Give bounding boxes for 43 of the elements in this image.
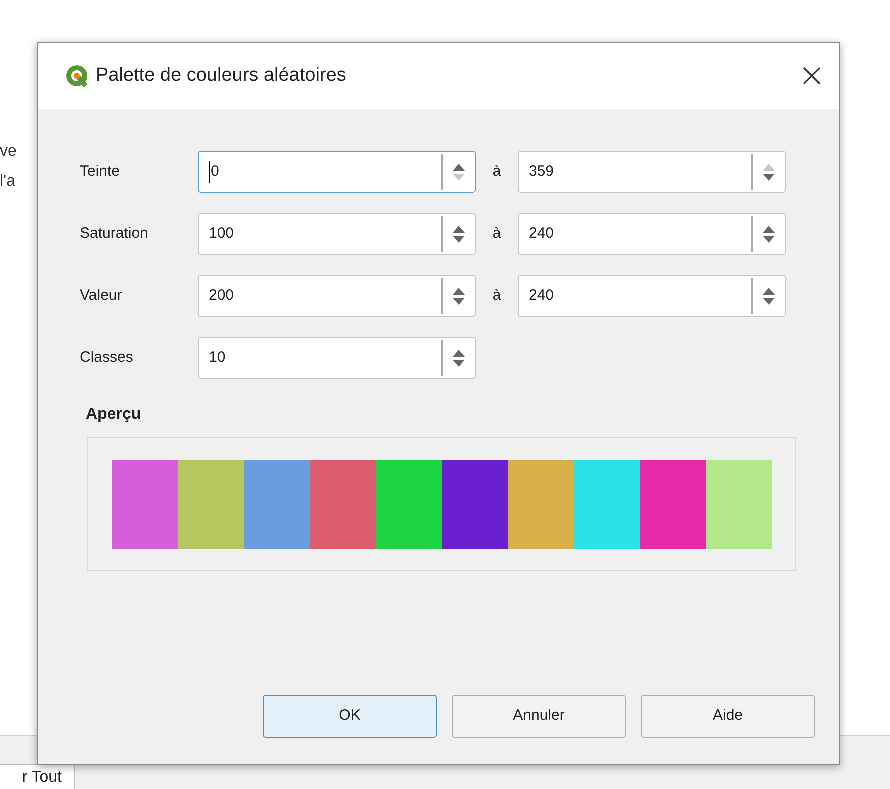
section-heading: Aperçu [86, 405, 142, 425]
down-arrow-icon[interactable] [763, 174, 775, 180]
up-arrow-icon[interactable] [453, 350, 465, 356]
close-icon[interactable] [803, 67, 821, 85]
spin-value: 200 [208, 286, 236, 306]
up-arrow-icon[interactable] [763, 226, 775, 232]
range-separator: à [492, 286, 502, 306]
window-title: Palette de couleurs aléatoires [96, 64, 346, 88]
spin-box[interactable]: 240 [518, 213, 786, 255]
field-label: Saturation [80, 224, 150, 244]
spin-value: 10 [208, 348, 227, 368]
up-arrow-icon[interactable] [763, 288, 775, 294]
app-logo-icon [66, 65, 88, 87]
spin-value: 240 [528, 224, 556, 244]
field-label: Teinte [80, 162, 122, 182]
spin-box[interactable]: 0 [198, 151, 476, 193]
spin-value: 100 [208, 224, 236, 244]
spin-value: 359 [528, 162, 556, 182]
down-arrow-icon[interactable] [453, 236, 465, 242]
dialog-button[interactable]: Annuler [452, 695, 626, 738]
field-label: Classes [80, 348, 134, 368]
background-text: ve [0, 142, 17, 162]
spin-box[interactable]: 200 [198, 275, 476, 317]
down-arrow-icon[interactable] [453, 298, 465, 304]
dialog-button[interactable]: Aide [641, 695, 815, 738]
background-tab[interactable]: r Tout [0, 764, 75, 789]
down-arrow-icon[interactable] [763, 298, 775, 304]
dialog-button[interactable]: OK [263, 695, 437, 738]
spin-box[interactable]: 359 [518, 151, 786, 193]
spin-box[interactable]: 100 [198, 213, 476, 255]
up-arrow-icon[interactable] [453, 226, 465, 232]
spin-box[interactable]: 240 [518, 275, 786, 317]
up-arrow-icon[interactable] [453, 164, 465, 170]
background-text: l'a [0, 172, 17, 192]
spin-value: 240 [528, 286, 556, 306]
spin-value: 0 [199, 152, 441, 192]
range-separator: à [492, 224, 502, 244]
up-arrow-icon[interactable] [453, 288, 465, 294]
down-arrow-icon[interactable] [763, 236, 775, 242]
field-label: Valeur [80, 286, 124, 306]
down-arrow-icon[interactable] [453, 360, 465, 366]
range-separator: à [492, 162, 502, 182]
spin-box[interactable]: 10 [198, 337, 476, 379]
